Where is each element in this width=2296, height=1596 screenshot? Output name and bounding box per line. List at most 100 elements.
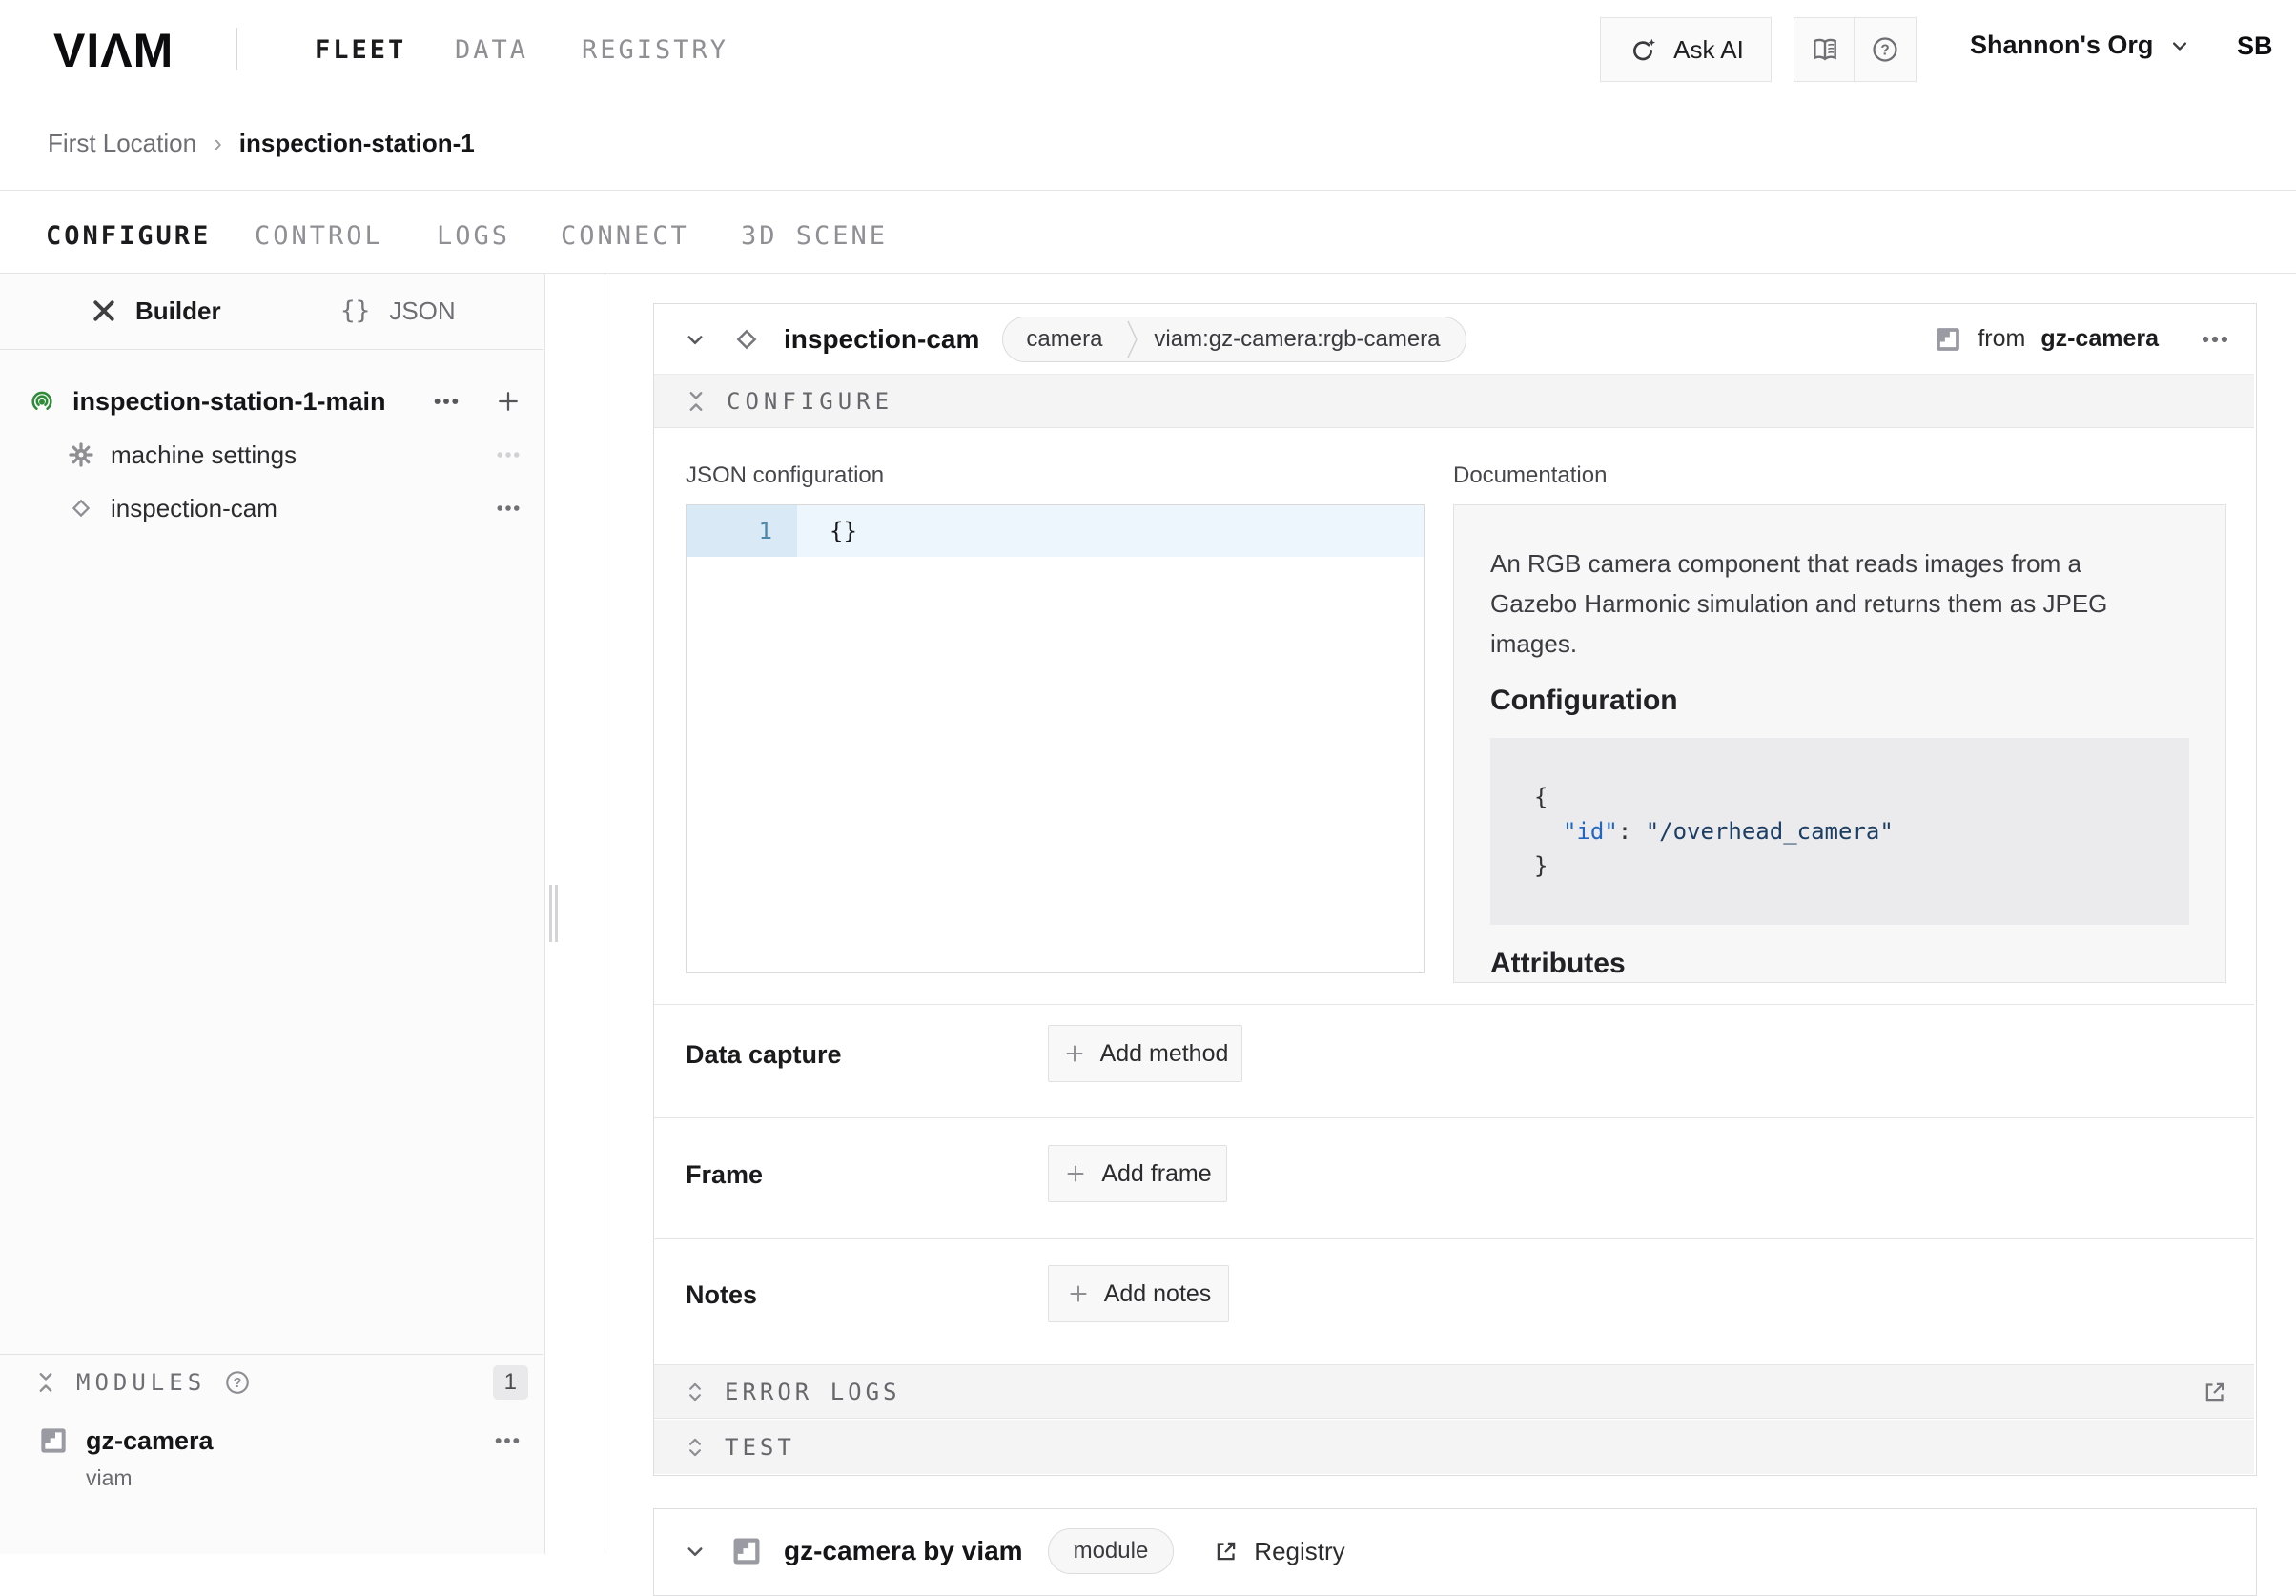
doc-code-key: "id": [1563, 818, 1618, 845]
module-type-pill: module: [1048, 1528, 1175, 1574]
json-mode-toggle[interactable]: {} JSON: [340, 274, 456, 348]
test-bar[interactable]: TEST: [654, 1420, 2254, 1474]
doc-description-line: An RGB camera component that reads image…: [1490, 543, 2189, 583]
tab-configure[interactable]: CONFIGURE: [46, 221, 211, 251]
plus-icon: [1066, 1281, 1091, 1306]
plus-icon: [1062, 1041, 1087, 1066]
module-card-title: gz-camera by viam: [784, 1536, 1023, 1566]
collapse-chevron-icon[interactable]: [681, 1537, 709, 1565]
component-menu-icon[interactable]: [2199, 323, 2231, 356]
modules-help-icon[interactable]: [223, 1368, 252, 1397]
json-config-label: JSON configuration: [686, 462, 884, 489]
documentation-panel[interactable]: An RGB camera component that reads image…: [1453, 504, 2226, 983]
breadcrumb-machine-name: inspection-station-1: [239, 129, 475, 158]
sidebar-resize-handle[interactable]: [555, 885, 558, 942]
book-icon: [1810, 34, 1840, 65]
org-switcher[interactable]: Shannon's Org: [1970, 31, 2193, 60]
add-frame-label: Add frame: [1101, 1160, 1211, 1188]
add-method-button[interactable]: Add method: [1048, 1025, 1242, 1082]
avatar[interactable]: SB: [2237, 31, 2273, 61]
inspection-cam-label: inspection-cam: [111, 494, 479, 523]
config-sidebar: Builder {} JSON inspection-station-1-mai…: [0, 274, 545, 1554]
tab-connect[interactable]: CONNECT: [561, 221, 689, 251]
from-module-name: gz-camera: [2040, 325, 2159, 353]
module-card: gz-camera by viam module Registry: [653, 1508, 2257, 1596]
doc-code-open: {: [1534, 780, 2145, 814]
modules-collapse-icon[interactable]: [32, 1369, 59, 1396]
ask-ai-icon: [1628, 34, 1658, 65]
doc-description-line: Gazebo Harmonic simulation and returns t…: [1490, 583, 2189, 624]
test-label: TEST: [725, 1434, 795, 1461]
data-capture-label: Data capture: [686, 1040, 842, 1070]
json-config-editor[interactable]: 1 {}: [686, 504, 1425, 973]
module-org: viam: [86, 1465, 523, 1491]
ask-ai-label: Ask AI: [1673, 35, 1744, 65]
top-navbar: VIΛM FLEET DATA REGISTRY Ask AI Shannon'…: [0, 0, 2296, 98]
builder-label: Builder: [135, 297, 221, 326]
configure-section-bar[interactable]: CONFIGURE: [654, 375, 2254, 428]
breadcrumb-separator: ›: [214, 129, 222, 158]
error-logs-external-link-icon[interactable]: [2201, 1378, 2229, 1406]
module-icon: [1934, 325, 1962, 354]
add-notes-label: Add notes: [1104, 1280, 1212, 1308]
page-tabs: CONFIGURE CONTROL LOGS CONNECT 3D SCENE: [0, 191, 2296, 274]
inspection-cam-menu-icon[interactable]: [494, 494, 523, 522]
docs-button[interactable]: [1794, 17, 1856, 82]
configure-bar-label: CONFIGURE: [727, 388, 893, 415]
modules-label: MODULES: [76, 1369, 206, 1396]
nav-tab-fleet[interactable]: FLEET: [315, 35, 406, 65]
component-source: from gz-camera: [1934, 323, 2231, 356]
builder-json-toggle: Builder {} JSON: [0, 274, 543, 350]
ask-ai-button[interactable]: Ask AI: [1600, 17, 1772, 82]
nav-tab-data[interactable]: DATA: [455, 35, 528, 65]
nav-tab-registry[interactable]: REGISTRY: [582, 35, 728, 65]
collapse-chevron-icon[interactable]: [681, 325, 709, 354]
json-braces-icon: {}: [340, 297, 370, 325]
main-part-menu-icon[interactable]: [431, 386, 461, 417]
chevron-down-icon: [2166, 32, 2193, 59]
builder-tools-icon: [90, 297, 118, 325]
error-logs-unfold-icon: [683, 1380, 707, 1404]
modules-divider: [0, 1354, 543, 1355]
component-name: inspection-cam: [784, 324, 979, 355]
add-notes-button[interactable]: Add notes: [1048, 1265, 1229, 1322]
json-label: JSON: [389, 297, 455, 326]
viam-logo[interactable]: VIΛM: [53, 23, 174, 78]
editor-code-line: {}: [797, 505, 1424, 557]
component-type-pill: camera viam:gz-camera:rgb-camera: [1002, 317, 1466, 362]
breadcrumb: First Location › inspection-station-1: [48, 97, 475, 189]
tree-item-main-part[interactable]: inspection-station-1-main: [27, 375, 523, 428]
tab-logs[interactable]: LOGS: [437, 221, 510, 251]
tree-item-machine-settings[interactable]: machine settings: [67, 430, 523, 480]
component-model: viam:gz-camera:rgb-camera: [1140, 326, 1465, 353]
nav-divider: [236, 28, 237, 70]
doc-code-colon: :: [1618, 818, 1646, 845]
machine-settings-menu-icon[interactable]: [494, 440, 523, 469]
error-logs-bar[interactable]: ERROR LOGS: [654, 1364, 2254, 1419]
component-type: camera: [1003, 326, 1125, 353]
notes-label: Notes: [686, 1280, 757, 1310]
editor-active-line: 1 {}: [687, 505, 1424, 557]
registry-link[interactable]: Registry: [1254, 1537, 1344, 1566]
module-list-item[interactable]: gz-camera viam: [38, 1425, 523, 1491]
section-divider: [654, 1117, 2254, 1118]
doc-attributes-heading: Attributes: [1490, 948, 2189, 980]
tab-control[interactable]: CONTROL: [255, 221, 383, 251]
add-frame-button[interactable]: Add frame: [1048, 1145, 1227, 1202]
tree-item-inspection-cam[interactable]: inspection-cam: [67, 483, 523, 533]
module-menu-icon[interactable]: [492, 1425, 523, 1456]
tab-3d-scene[interactable]: 3D SCENE: [741, 221, 888, 251]
add-component-icon[interactable]: [494, 387, 523, 416]
component-diamond-icon: [67, 494, 95, 522]
machine-bar: First Location › inspection-station-1 Li…: [0, 97, 2296, 191]
pill-separator: [1125, 317, 1140, 361]
module-type: module: [1049, 1538, 1174, 1565]
builder-mode-toggle[interactable]: Builder: [90, 274, 221, 348]
breadcrumb-location[interactable]: First Location: [48, 129, 196, 158]
doc-code-id-line: "id": "/overhead_camera": [1534, 814, 2145, 849]
help-button[interactable]: [1854, 17, 1917, 82]
sidebar-resize-handle[interactable]: [549, 885, 552, 942]
machine-settings-label: machine settings: [111, 440, 479, 470]
section-divider: [654, 1238, 2254, 1239]
doc-configuration-heading: Configuration: [1490, 685, 2189, 717]
